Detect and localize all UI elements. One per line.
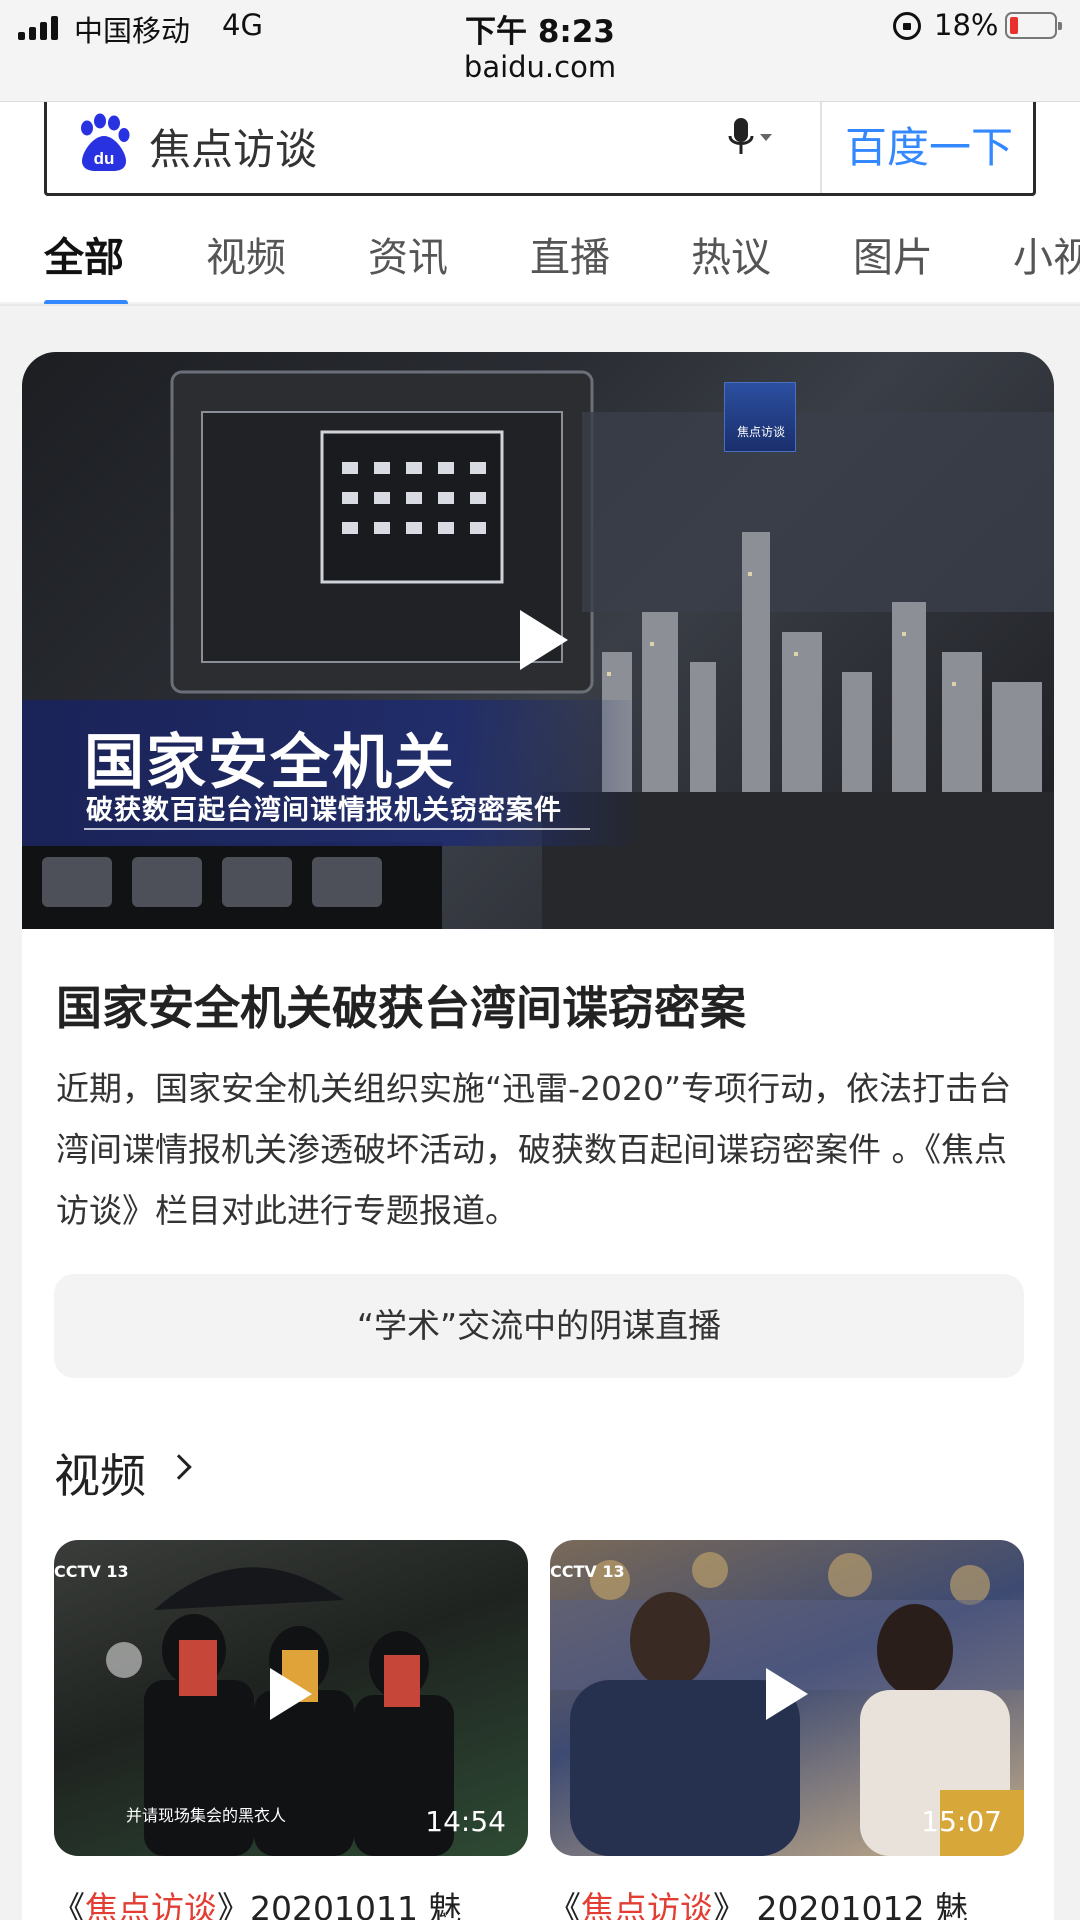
- tab-live[interactable]: 直播: [530, 225, 610, 283]
- baidu-paw-logo-icon[interactable]: du: [73, 112, 135, 174]
- tab-news[interactable]: 资讯: [368, 225, 448, 283]
- related-topic-button[interactable]: “学术”交流中的阴谋直播: [54, 1274, 1024, 1378]
- video-duration: 14:54: [425, 1805, 506, 1838]
- play-icon[interactable]: [520, 610, 568, 670]
- status-bar: 中国移动 4G 下午 8:23 baidu.com 18%: [0, 0, 1080, 102]
- hero-subtitle: 破获数百起台湾间谍情报机关窃密案件: [86, 795, 562, 826]
- battery-percent: 18%: [934, 8, 999, 42]
- video-duration: 15:07: [921, 1805, 1002, 1838]
- category-tabs: 全部 视频 资讯 直播 热议 图片 小视: [0, 225, 1080, 305]
- search-divider: [820, 102, 822, 193]
- search-box[interactable]: du 焦点访谈 百度一下: [44, 102, 1036, 196]
- search-button[interactable]: 百度一下: [845, 114, 1013, 175]
- channel-logo: CCTV 13: [54, 1562, 129, 1581]
- url-label[interactable]: baidu.com: [0, 50, 1080, 84]
- channel-logo: CCTV 13: [550, 1562, 625, 1581]
- battery-icon: [1005, 12, 1062, 39]
- hero-subtitle-underline: [84, 828, 590, 830]
- search-input[interactable]: 焦点访谈: [149, 116, 317, 177]
- result-title[interactable]: 国家安全机关破获台湾间谍窃密案: [56, 972, 746, 1038]
- query-highlight: 焦点访谈: [85, 1889, 217, 1920]
- program-logo-badge: 焦点访谈: [724, 382, 796, 452]
- tab-discussion[interactable]: 热议: [691, 225, 771, 283]
- play-icon[interactable]: [766, 1668, 808, 1720]
- query-highlight: 焦点访谈: [581, 1889, 713, 1920]
- tab-video[interactable]: 视频: [206, 225, 286, 283]
- play-icon[interactable]: [270, 1668, 312, 1720]
- tab-all[interactable]: 全部: [44, 225, 124, 283]
- video-title[interactable]: 《焦点访谈》 20201012 魅: [548, 1882, 968, 1920]
- tab-images[interactable]: 图片: [853, 225, 933, 283]
- svg-text:du: du: [94, 149, 115, 168]
- hero-video-thumbnail[interactable]: 国家安全机关 破获数百起台湾间谍情报机关窃密案件 焦点访谈: [22, 352, 1054, 929]
- video-section-title[interactable]: 视频: [54, 1440, 146, 1506]
- tab-short-video[interactable]: 小视: [1013, 225, 1080, 283]
- tabs-divider: [0, 304, 1080, 306]
- rotation-lock-icon: [893, 12, 921, 40]
- result-description: 近期，国家安全机关组织实施“迅雷-2020”专项行动，依法打击台湾间谍情报机关渗…: [56, 1069, 1012, 1230]
- program-logo-text: 焦点访谈: [736, 425, 785, 439]
- video-title[interactable]: 《焦点访谈》20201011 魅: [52, 1882, 461, 1920]
- video-thumbnail[interactable]: CCTV 13 15:07: [550, 1540, 1024, 1856]
- result-card: 国家安全机关 破获数百起台湾间谍情报机关窃密案件 焦点访谈 国家安全机关破获台湾…: [22, 352, 1054, 1920]
- microphone-icon[interactable]: [727, 116, 775, 162]
- video-caption: 并请现场集会的黑衣人: [126, 1806, 287, 1825]
- chevron-right-icon[interactable]: [166, 1454, 192, 1480]
- video-thumbnail[interactable]: CCTV 13 并请现场集会的黑衣人 14:54: [54, 1540, 528, 1856]
